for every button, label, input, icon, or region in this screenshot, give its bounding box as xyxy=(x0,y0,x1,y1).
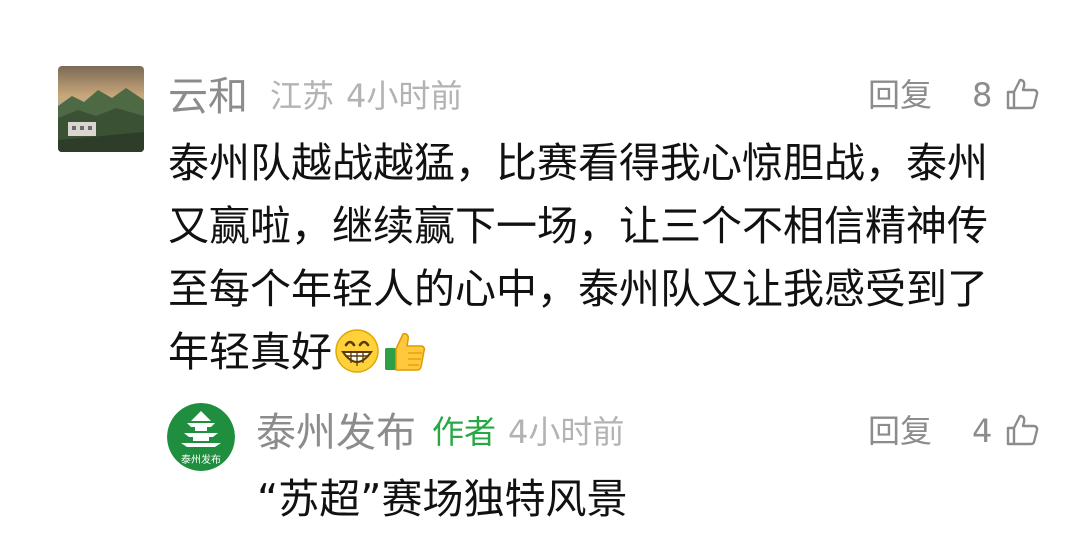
author-tag: 作者 xyxy=(432,413,497,451)
grinning-face-emoji xyxy=(335,329,379,373)
reply-like-icon[interactable] xyxy=(1004,412,1040,448)
comment-user-name[interactable]: 云和 xyxy=(168,77,248,117)
reply-button[interactable]: 回复 xyxy=(868,79,932,111)
reply-time: 4小时前 xyxy=(508,413,625,451)
like-icon[interactable] xyxy=(1004,76,1040,112)
avatar-landscape-image xyxy=(58,66,144,152)
reply-text: “苏超”赛场独特风景 xyxy=(257,475,628,523)
avatar-seal-text: 泰州发布 xyxy=(181,453,221,466)
avatar[interactable] xyxy=(58,66,144,152)
comment-text: 泰州队越战越猛，比赛看得我心惊胆战，泰州又赢啦，继续赢下一场，让三个不相信精神传… xyxy=(168,132,1028,384)
reply-like-count: 4 xyxy=(972,412,993,450)
org-avatar[interactable]: 泰州发布 xyxy=(167,403,235,471)
comment-location: 江苏 xyxy=(270,77,335,115)
like-count: 8 xyxy=(972,76,993,114)
pagoda-logo-icon: 泰州发布 xyxy=(167,403,235,471)
reply-to-reply-button[interactable]: 回复 xyxy=(868,415,932,447)
comment-time: 4小时前 xyxy=(346,77,463,115)
comment-text-content: 泰州队越战越猛，比赛看得我心惊胆战，泰州又赢啦，继续赢下一场，让三个不相信精神传… xyxy=(168,139,988,376)
thumbs-up-emoji xyxy=(385,333,426,371)
reply-user-name[interactable]: 泰州发布 xyxy=(256,413,416,453)
